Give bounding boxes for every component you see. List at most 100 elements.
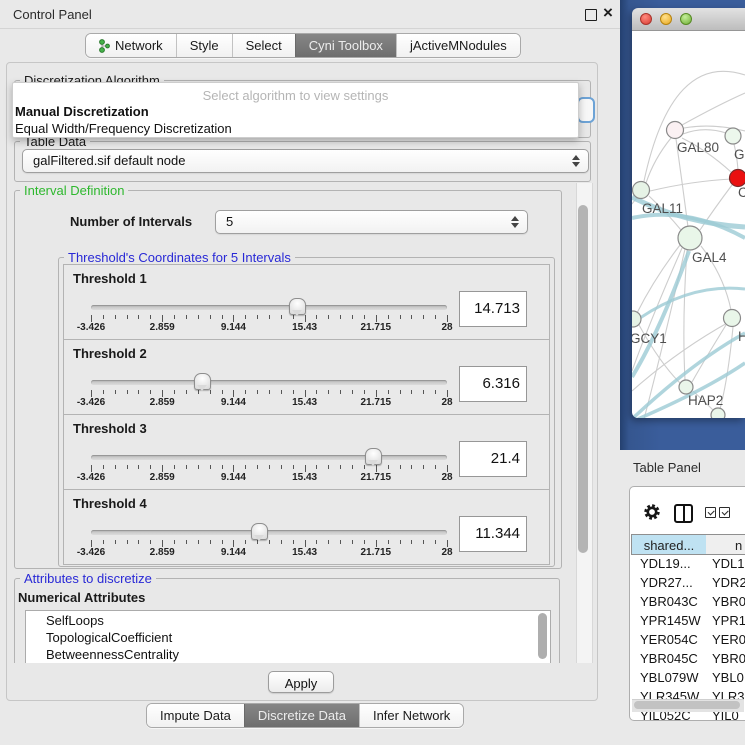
network-icon	[99, 39, 110, 53]
threshold-2-slider-thumb[interactable]	[194, 373, 211, 390]
network-graph: GAL80GCGAL11GAL4GCY1HHAP2	[632, 31, 745, 418]
threshold-3-slider-thumb[interactable]	[365, 448, 382, 465]
split-columns-icon[interactable]	[674, 504, 693, 523]
slider-tick	[115, 390, 116, 394]
column-header-shared-name[interactable]: shared...	[631, 534, 707, 555]
close-icon[interactable]: ×	[603, 3, 613, 23]
network-edge[interactable]	[646, 138, 671, 183]
tab-select[interactable]: Select	[232, 34, 295, 57]
table-cell-shared-name[interactable]: YDL19...	[631, 556, 707, 571]
float-window-icon[interactable]	[585, 9, 597, 21]
slider-tick	[233, 315, 234, 322]
network-node-gcy1[interactable]	[632, 311, 641, 327]
threshold-1-value-field[interactable]: 14.713	[459, 291, 527, 327]
number-of-intervals-combobox[interactable]: 5	[215, 210, 528, 234]
column-header-name[interactable]: n	[706, 534, 745, 555]
slider-tick	[269, 465, 270, 469]
slider-tick	[364, 390, 365, 394]
table-cell-shared-name[interactable]: YBR045C	[631, 651, 707, 666]
threshold-2-label: Threshold 2	[73, 346, 147, 361]
checkbox-icon[interactable]	[719, 507, 730, 518]
table-cell-shared-name[interactable]: YER054C	[631, 632, 707, 647]
gear-icon[interactable]	[642, 502, 662, 522]
table-data-combobox[interactable]: galFiltered.sif default node	[22, 149, 589, 173]
slider-tick	[91, 390, 92, 397]
network-edge[interactable]	[650, 179, 732, 191]
threshold-4-slider-track[interactable]	[91, 530, 447, 535]
slider-tick	[340, 465, 341, 469]
network-node-gal80[interactable]	[667, 122, 684, 139]
network-node-red-node[interactable]	[730, 170, 745, 187]
slider-tick-label: 15.43	[275, 397, 335, 408]
table-hscrollbar-thumb[interactable]	[634, 701, 740, 709]
table-cell-name[interactable]: YDR2	[712, 575, 745, 590]
threshold-3-value-field[interactable]: 21.4	[459, 441, 527, 477]
threshold-4-value-field[interactable]: 11.344	[459, 516, 527, 552]
settings-scrollbar-thumb[interactable]	[578, 205, 588, 553]
slider-tick	[245, 540, 246, 544]
tab-style[interactable]: Style	[176, 34, 232, 57]
threshold-4-label: Threshold 4	[73, 496, 147, 511]
network-canvas[interactable]: GAL80GCGAL11GAL4GCY1HHAP2	[632, 31, 745, 418]
bottom-tab-impute-data-label: Impute Data	[160, 708, 231, 723]
threshold-4-slider-thumb[interactable]	[251, 523, 268, 540]
bottom-tab-discretize-data[interactable]: Discretize Data	[244, 704, 359, 727]
attribute-item-selfloops[interactable]: SelfLoops	[46, 613, 104, 630]
algorithm-option-equal-width-frequency-discretization[interactable]: Equal Width/Frequency Discretization	[15, 121, 232, 136]
attribute-item-topologicalcoefficient[interactable]: TopologicalCoefficient	[46, 630, 172, 647]
network-edge[interactable]	[683, 130, 726, 134]
slider-tick	[423, 465, 424, 469]
slider-tick-label: 15.43	[275, 547, 335, 558]
network-node-node[interactable]	[725, 128, 741, 144]
slider-tick	[340, 315, 341, 319]
table-cell-name[interactable]: YER0	[712, 632, 745, 647]
tab-network[interactable]: Network	[86, 34, 176, 57]
minimize-traffic-light-icon[interactable]	[660, 13, 672, 25]
network-node-gal11[interactable]	[633, 182, 650, 199]
tab-cyni-toolbox[interactable]: Cyni Toolbox	[295, 34, 396, 57]
checkbox-icon[interactable]	[705, 507, 716, 518]
attribute-item-betweennesscentrality[interactable]: BetweennessCentrality	[46, 647, 179, 663]
network-edge[interactable]	[632, 251, 689, 377]
bottom-tab-discretize-data-label: Discretize Data	[258, 708, 346, 723]
network-node-edge-node[interactable]	[711, 408, 725, 418]
slider-tick	[400, 465, 401, 469]
network-node-hap2[interactable]	[679, 380, 693, 394]
bottom-tab-impute-data[interactable]: Impute Data	[147, 704, 244, 727]
numerical-attributes-list[interactable]: SelfLoopsTopologicalCoefficientBetweenne…	[25, 610, 551, 663]
combo-stepper-icon	[511, 216, 519, 228]
close-traffic-light-icon[interactable]	[640, 13, 652, 25]
network-edge[interactable]	[684, 250, 687, 380]
table-cell-shared-name[interactable]: YDR27...	[631, 575, 707, 590]
slider-tick	[388, 390, 389, 394]
algorithm-combobox[interactable]	[577, 97, 595, 123]
threshold-1-slider-track[interactable]	[91, 305, 447, 310]
table-cell-shared-name[interactable]: YBR043C	[631, 594, 707, 609]
table-cell-shared-name[interactable]: YPR145W	[631, 613, 707, 628]
table-cell-name[interactable]: YBR0	[712, 594, 745, 609]
threshold-2-value-field[interactable]: 6.316	[459, 366, 527, 402]
table-cell-name[interactable]: YBL0	[712, 670, 745, 685]
table-cell-name[interactable]: YDL1	[712, 556, 745, 571]
apply-button[interactable]: Apply	[268, 671, 334, 693]
network-edge[interactable]	[682, 93, 745, 125]
list-scrollbar[interactable]	[538, 613, 547, 659]
zoom-traffic-light-icon[interactable]	[680, 13, 692, 25]
network-node-h-node[interactable]	[724, 310, 741, 327]
slider-tick	[411, 390, 412, 394]
bottom-tab-infer-network[interactable]: Infer Network	[359, 704, 463, 727]
tab-jactivemnodules[interactable]: jActiveMNodules	[396, 34, 520, 57]
network-node-gal4[interactable]	[678, 226, 702, 250]
table-cell-name[interactable]: YPR1	[712, 613, 745, 628]
slider-tick	[150, 540, 151, 544]
network-window-titlebar[interactable]	[632, 8, 745, 31]
threshold-1-slider-thumb[interactable]	[289, 298, 306, 315]
table-cell-shared-name[interactable]: YBL079W	[631, 670, 707, 685]
table-cell-name[interactable]: YBR0	[712, 651, 745, 666]
algorithm-option-manual-discretization[interactable]: Manual Discretization	[15, 104, 149, 119]
network-edge[interactable]	[632, 248, 682, 371]
threshold-2-slider-track[interactable]	[91, 380, 447, 385]
slider-tick	[222, 390, 223, 394]
slider-tick	[138, 390, 139, 394]
threshold-3-slider-track[interactable]	[91, 455, 447, 460]
